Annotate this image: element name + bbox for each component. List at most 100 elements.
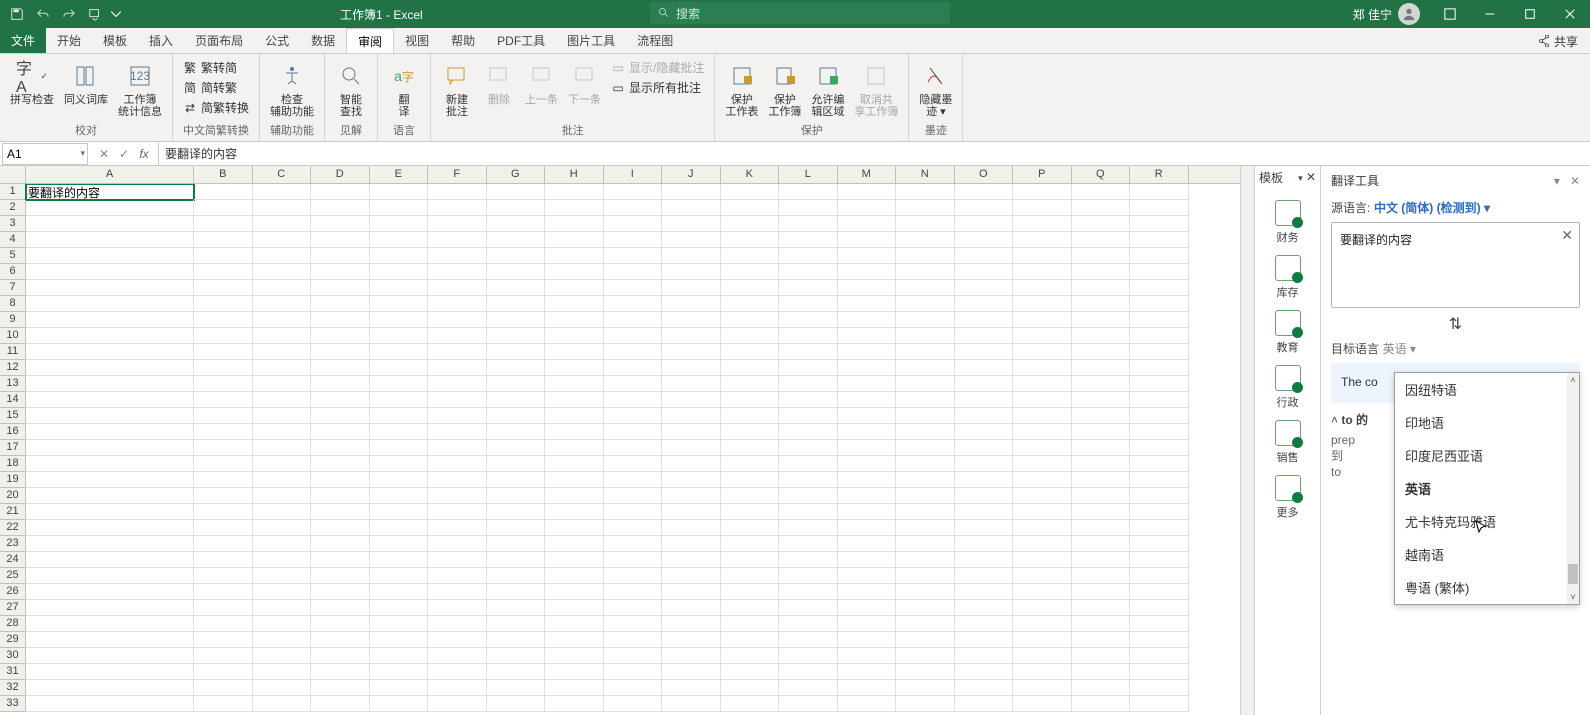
cell-B19[interactable]	[194, 472, 253, 488]
cell-N25[interactable]	[896, 568, 955, 584]
row-header-9[interactable]: 9	[0, 312, 26, 328]
cell-A28[interactable]	[26, 616, 194, 632]
cell-D4[interactable]	[311, 232, 370, 248]
cell-H23[interactable]	[545, 536, 604, 552]
cell-M30[interactable]	[838, 648, 897, 664]
cell-N2[interactable]	[896, 200, 955, 216]
cell-E6[interactable]	[370, 264, 429, 280]
cell-Q24[interactable]	[1072, 552, 1131, 568]
cell-P1[interactable]	[1013, 184, 1072, 200]
cell-F2[interactable]	[428, 200, 487, 216]
cell-N27[interactable]	[896, 600, 955, 616]
template-item-inv[interactable]: 库存	[1275, 255, 1301, 300]
swap-languages-button[interactable]: ⇅	[1331, 314, 1580, 334]
cell-Q19[interactable]	[1072, 472, 1131, 488]
cell-F24[interactable]	[428, 552, 487, 568]
cell-K24[interactable]	[721, 552, 780, 568]
cell-Q21[interactable]	[1072, 504, 1131, 520]
cell-N24[interactable]	[896, 552, 955, 568]
cell-B16[interactable]	[194, 424, 253, 440]
cell-L6[interactable]	[779, 264, 838, 280]
cell-K3[interactable]	[721, 216, 780, 232]
row-header-31[interactable]: 31	[0, 664, 26, 680]
hide-ink-button[interactable]: 隐藏墨 迹 ▾	[915, 56, 956, 118]
cell-B31[interactable]	[194, 664, 253, 680]
cell-G7[interactable]	[487, 280, 546, 296]
cell-M16[interactable]	[838, 424, 897, 440]
cell-I32[interactable]	[604, 680, 663, 696]
cell-Q12[interactable]	[1072, 360, 1131, 376]
cell-G14[interactable]	[487, 392, 546, 408]
tab-insert[interactable]: 插入	[138, 28, 184, 53]
cell-O17[interactable]	[955, 440, 1014, 456]
cell-Q5[interactable]	[1072, 248, 1131, 264]
cell-K27[interactable]	[721, 600, 780, 616]
cell-E9[interactable]	[370, 312, 429, 328]
cell-N16[interactable]	[896, 424, 955, 440]
column-header-G[interactable]: G	[487, 166, 546, 183]
cell-C8[interactable]	[253, 296, 312, 312]
cell-C5[interactable]	[253, 248, 312, 264]
cell-N4[interactable]	[896, 232, 955, 248]
cell-H22[interactable]	[545, 520, 604, 536]
cell-H24[interactable]	[545, 552, 604, 568]
cell-O32[interactable]	[955, 680, 1014, 696]
cell-Q14[interactable]	[1072, 392, 1131, 408]
cell-N10[interactable]	[896, 328, 955, 344]
cell-G21[interactable]	[487, 504, 546, 520]
cell-A21[interactable]	[26, 504, 194, 520]
cell-A22[interactable]	[26, 520, 194, 536]
cell-M21[interactable]	[838, 504, 897, 520]
cell-N17[interactable]	[896, 440, 955, 456]
cell-D28[interactable]	[311, 616, 370, 632]
cell-Q29[interactable]	[1072, 632, 1131, 648]
cell-F19[interactable]	[428, 472, 487, 488]
cell-K26[interactable]	[721, 584, 780, 600]
cell-F26[interactable]	[428, 584, 487, 600]
cell-K15[interactable]	[721, 408, 780, 424]
cell-J10[interactable]	[662, 328, 721, 344]
cell-N7[interactable]	[896, 280, 955, 296]
cell-O13[interactable]	[955, 376, 1014, 392]
cell-E15[interactable]	[370, 408, 429, 424]
cell-Q28[interactable]	[1072, 616, 1131, 632]
cell-A25[interactable]	[26, 568, 194, 584]
cell-F18[interactable]	[428, 456, 487, 472]
column-header-H[interactable]: H	[545, 166, 604, 183]
cell-K10[interactable]	[721, 328, 780, 344]
cell-P22[interactable]	[1013, 520, 1072, 536]
translator-input[interactable]: 要翻译的内容 ✕	[1331, 222, 1580, 308]
cell-O26[interactable]	[955, 584, 1014, 600]
cell-C28[interactable]	[253, 616, 312, 632]
tab-flowchart[interactable]: 流程图	[626, 28, 684, 53]
cell-G22[interactable]	[487, 520, 546, 536]
cell-E21[interactable]	[370, 504, 429, 520]
cell-L11[interactable]	[779, 344, 838, 360]
cell-L17[interactable]	[779, 440, 838, 456]
cell-F20[interactable]	[428, 488, 487, 504]
cell-F27[interactable]	[428, 600, 487, 616]
cell-B12[interactable]	[194, 360, 253, 376]
cell-Q4[interactable]	[1072, 232, 1131, 248]
cell-P32[interactable]	[1013, 680, 1072, 696]
cell-K12[interactable]	[721, 360, 780, 376]
cell-R30[interactable]	[1130, 648, 1189, 664]
cell-D5[interactable]	[311, 248, 370, 264]
cell-F1[interactable]	[428, 184, 487, 200]
cell-E19[interactable]	[370, 472, 429, 488]
cell-K7[interactable]	[721, 280, 780, 296]
cell-N9[interactable]	[896, 312, 955, 328]
row-header-32[interactable]: 32	[0, 680, 26, 696]
cell-G31[interactable]	[487, 664, 546, 680]
cell-E27[interactable]	[370, 600, 429, 616]
cell-G15[interactable]	[487, 408, 546, 424]
cell-L33[interactable]	[779, 696, 838, 712]
cell-I11[interactable]	[604, 344, 663, 360]
cell-H19[interactable]	[545, 472, 604, 488]
cell-E2[interactable]	[370, 200, 429, 216]
row-header-11[interactable]: 11	[0, 344, 26, 360]
cell-M22[interactable]	[838, 520, 897, 536]
cell-I5[interactable]	[604, 248, 663, 264]
cell-I33[interactable]	[604, 696, 663, 712]
cell-C32[interactable]	[253, 680, 312, 696]
